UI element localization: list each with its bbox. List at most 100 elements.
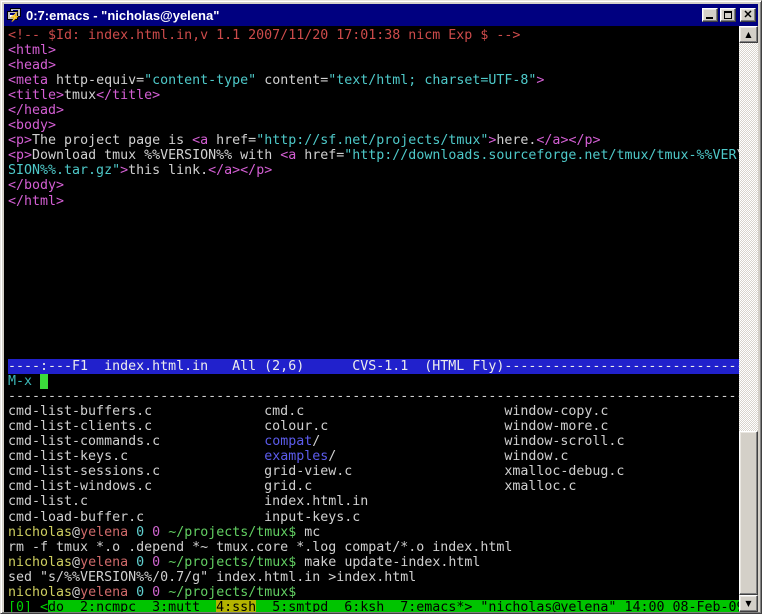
terminal-line: cmd-list.c index.html.in	[8, 494, 741, 509]
text-segment: 0	[136, 555, 144, 570]
text-segment: <a	[192, 133, 208, 148]
text-segment	[160, 525, 168, 540]
text-segment: "text/html; charset=UTF-8"	[328, 73, 536, 88]
titlebar[interactable]: ⚡ 0:7:emacs - "nicholas@yelena" ✕	[4, 4, 758, 26]
text-segment: >	[120, 163, 128, 178]
text-segment	[128, 585, 136, 600]
text-segment: cmd-list-clients.c colour.c window-more.…	[8, 419, 608, 434]
scrollbar[interactable]: ▲ ▼	[739, 26, 758, 612]
text-segment: 0	[136, 525, 144, 540]
text-segment: </a></p>	[536, 133, 600, 148]
terminal-line: cmd-list-keys.c examples/ window.c	[8, 449, 741, 464]
text-segment: M-x	[8, 374, 40, 389]
text-segment: </head>	[8, 103, 64, 118]
terminal-line: <html>	[8, 43, 741, 58]
text-segment: </html>	[8, 194, 64, 209]
text-segment: cmd-list-buffers.c cmd.c window-copy.c	[8, 404, 608, 419]
text-segment	[144, 525, 152, 540]
text-segment: cmd-load-buffer.c input-keys.c	[8, 510, 360, 525]
text-segment: @	[72, 525, 80, 540]
text-segment: <!-- $Id: index.html.in,v 1.1 2007/11/20…	[8, 28, 520, 43]
text-segment: cmd-list-windows.c grid.c xmalloc.c	[8, 479, 576, 494]
terminal-line: SION%%.tar.gz">this link.</a></p>	[8, 163, 741, 178]
scroll-down-button[interactable]: ▼	[739, 595, 758, 612]
text-segment: make update-index.html	[296, 555, 480, 570]
text-segment: / window.c	[328, 449, 568, 464]
text-segment: compat	[264, 434, 312, 449]
text-segment: yelena	[80, 525, 128, 540]
terminal-line: ----------------------------------------…	[8, 389, 741, 404]
text-segment: 0	[152, 525, 160, 540]
text-segment: cmd-list.c index.html.in	[8, 494, 368, 509]
text-segment: this link.	[128, 163, 208, 178]
text-segment: </title>	[96, 88, 160, 103]
terminal-screen[interactable]: <!-- $Id: index.html.in,v 1.1 2007/11/20…	[4, 26, 741, 612]
text-segment: @	[72, 555, 80, 570]
text-segment: do 2:ncmpc 3:mutt	[48, 600, 216, 612]
text-segment: sed "s/%%VERSION%%/0.7/g" index.html.in …	[8, 570, 416, 585]
text-segment: <meta	[8, 73, 48, 88]
text-segment: <title>	[8, 88, 64, 103]
terminal-line	[8, 314, 741, 329]
text-segment: nicholas	[8, 555, 72, 570]
text-segment: "content-type"	[144, 73, 256, 88]
text-segment: yelena	[80, 585, 128, 600]
terminal-line: <meta http-equiv="content-type" content=…	[8, 73, 741, 88]
text-segment: <head>	[8, 58, 56, 73]
text-segment: 5:smtpd 6:ksh 7:emacs*>	[256, 600, 480, 612]
text-segment: </a></p>	[208, 163, 272, 178]
shell-prompt: nicholas@yelena 0 0 ~/projects/tmux$	[8, 585, 741, 600]
terminal-line	[8, 239, 741, 254]
terminal-line: <title>tmux</title>	[8, 88, 741, 103]
text-segment: <html>	[8, 43, 56, 58]
text-segment: Download tmux %%VERSION%% with	[32, 148, 280, 163]
up-arrow-icon: ▲	[745, 30, 751, 39]
text-segment: cmd-list-commands.c	[8, 434, 264, 449]
text-segment: "http://sf.net/projects/tmux"	[256, 133, 488, 148]
terminal-line: cmd-list-commands.c compat/ window-scrol…	[8, 434, 741, 449]
text-segment: yelena	[80, 555, 128, 570]
text-segment: 0	[152, 555, 160, 570]
text-segment: [0] <	[8, 600, 48, 612]
scrollbar-thumb[interactable]	[739, 431, 758, 595]
text-segment: "http://downloads.sourceforge.net/tmux/t…	[344, 148, 736, 163]
text-segment: <p>	[8, 133, 32, 148]
text-segment	[160, 585, 168, 600]
text-segment: http-equiv=	[48, 73, 144, 88]
cursor	[40, 374, 48, 389]
terminal-line	[8, 254, 741, 269]
text-segment: ~/projects/tmux$	[168, 585, 296, 600]
text-segment	[128, 555, 136, 570]
text-segment: ----------------------------------------…	[8, 389, 741, 404]
scroll-up-button[interactable]: ▲	[739, 26, 758, 43]
maximize-button[interactable]	[720, 8, 736, 22]
terminal-line: rm -f tmux *.o .depend *~ tmux.core *.lo…	[8, 540, 741, 555]
text-segment: cmd-list-sessions.c grid-view.c xmalloc-…	[8, 464, 624, 479]
text-segment: 4:ssh	[216, 600, 256, 612]
text-segment: rm -f tmux *.o .depend *~ tmux.core *.lo…	[8, 540, 512, 555]
text-segment: nicholas	[8, 585, 72, 600]
terminal-line: cmd-list-sessions.c grid-view.c xmalloc-…	[8, 464, 741, 479]
text-segment: nicholas	[8, 525, 72, 540]
text-segment: examples	[264, 449, 328, 464]
down-arrow-icon: ▼	[745, 599, 751, 608]
text-segment: <a	[280, 148, 296, 163]
text-segment: 0	[152, 585, 160, 600]
text-segment: ~/projects/tmux$	[168, 555, 296, 570]
text-segment: The project page is	[32, 133, 192, 148]
text-segment: SION%%.tar.gz"	[8, 163, 120, 178]
terminal-line: cmd-list-windows.c grid.c xmalloc.c	[8, 479, 741, 494]
text-segment: >	[536, 73, 544, 88]
text-segment: "nicholas@yelena" 14:00 08-Feb-09	[480, 600, 741, 612]
text-segment: here.	[496, 133, 536, 148]
text-segment: tmux	[64, 88, 96, 103]
terminal-line: <p>Download tmux %%VERSION%% with <a hre…	[8, 148, 741, 163]
terminal-line: </head>	[8, 103, 741, 118]
maximize-icon	[724, 11, 732, 19]
terminal-line: cmd-list-clients.c colour.c window-more.…	[8, 419, 741, 434]
close-button[interactable]: ✕	[740, 8, 756, 22]
text-segment: href=	[208, 133, 256, 148]
putty-icon: ⚡	[6, 7, 22, 23]
minimize-button[interactable]	[702, 8, 718, 22]
terminal-line: sed "s/%%VERSION%%/0.7/g" index.html.in …	[8, 570, 741, 585]
